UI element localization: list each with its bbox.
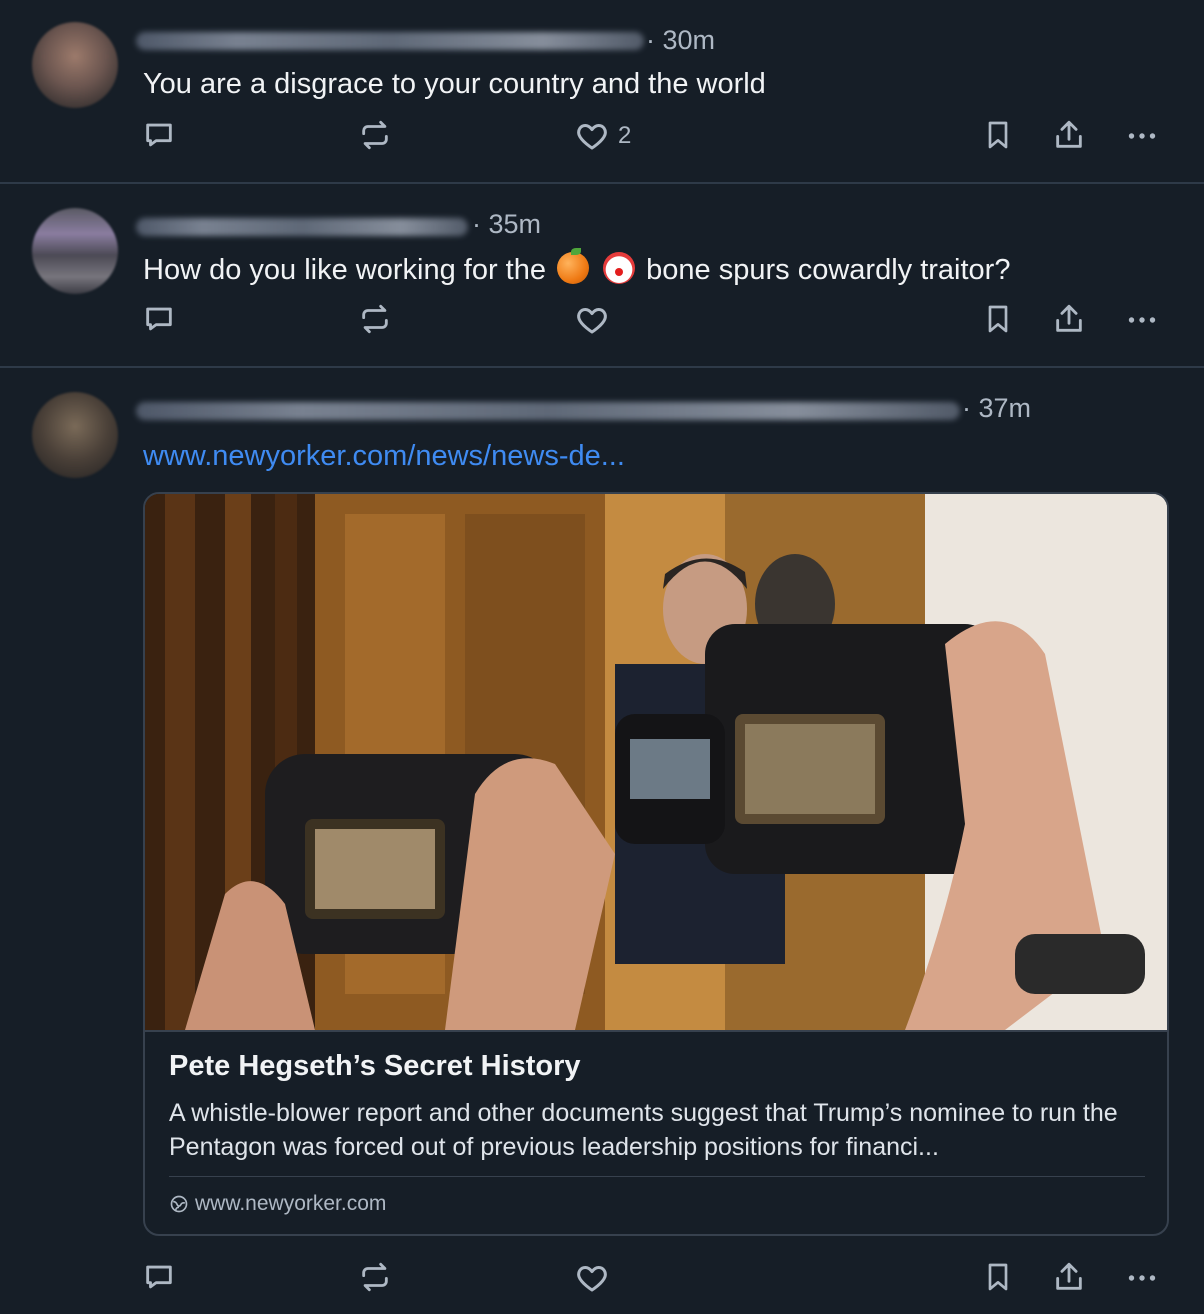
reply-button[interactable] [142,118,176,152]
reply-icon [146,1265,172,1289]
post-actions [0,1260,1204,1300]
post-timestamp[interactable]: · 37m [962,393,1031,424]
more-icon [1128,1275,1156,1281]
heart-icon [577,308,607,334]
heart-icon [577,1266,607,1292]
share-button[interactable] [1052,118,1086,152]
card-divider [145,1030,1167,1032]
domain-text: www.newyorker.com [195,1192,387,1215]
repost-icon [362,304,388,334]
orange-emoji [557,248,590,284]
post[interactable]: · 37m www.newyorker.com/news/news-de... [0,368,1204,1314]
reply-button[interactable] [142,1260,176,1294]
bookmark-icon [988,121,1008,149]
link-preview-image[interactable] [145,494,1167,1030]
like-button[interactable] [574,1260,610,1296]
post-timestamp[interactable]: · 30m [646,25,715,56]
bookmark-button[interactable] [982,1260,1014,1294]
like-button[interactable] [574,302,610,338]
repost-button[interactable] [358,1260,392,1294]
repost-button[interactable] [358,302,392,336]
post-text: How do you like working for the bone spu… [143,248,1011,287]
share-icon [1056,120,1082,148]
post-text: You are a disgrace to your country and t… [143,68,766,100]
reply-button[interactable] [142,302,176,336]
repost-icon [362,1262,388,1292]
card-separator [169,1176,1145,1177]
link-preview-description: A whistle-blower report and other docume… [169,1099,1118,1161]
avatar[interactable] [32,208,118,294]
author-name-redacted[interactable] [136,218,468,236]
avatar[interactable] [32,22,118,108]
share-icon [1056,304,1082,332]
bookmark-icon [988,1263,1008,1291]
feed: · 30m You are a disgrace to your country… [0,0,1204,1314]
photo-illustration [145,494,1167,1030]
bookmark-button[interactable] [982,118,1014,152]
post-link[interactable]: www.newyorker.com/news/news-de... [143,440,625,473]
more-icon [1128,317,1156,323]
bookmark-button[interactable] [982,302,1014,336]
author-name-redacted[interactable] [136,32,644,50]
repost-button[interactable] [358,118,392,152]
post[interactable]: · 35m How do you like working for the bo… [0,184,1204,368]
reply-icon [146,123,172,147]
author-name-redacted[interactable] [136,402,960,420]
post-timestamp[interactable]: · 35m [472,209,541,240]
post-text-end: bone spurs cowardly traitor? [646,254,1011,286]
link-preview-card[interactable]: Pete Hegseth’s Secret History A whistle-… [143,492,1169,1236]
repost-icon [362,120,388,150]
globe-icon [170,1195,188,1213]
bookmark-icon [988,305,1008,333]
share-icon [1056,1262,1082,1290]
post-actions [0,302,1204,342]
link-preview-title[interactable]: Pete Hegseth’s Secret History [169,1050,581,1083]
share-button[interactable] [1052,302,1086,336]
avatar[interactable] [32,392,118,478]
clown-emoji [603,252,636,284]
share-button[interactable] [1052,1260,1086,1294]
link-preview-domain: www.newyorker.com [169,1192,386,1216]
more-options-button[interactable] [1124,118,1160,154]
more-icon [1128,133,1156,139]
like-count: 2 [618,122,632,149]
more-options-button[interactable] [1124,302,1160,338]
heart-icon [577,124,607,150]
post-actions: 2 [0,118,1204,158]
more-options-button[interactable] [1124,1260,1160,1296]
reply-icon [146,307,172,331]
like-button[interactable]: 2 [574,118,631,154]
post-text-start: How do you like working for the [143,254,546,286]
post[interactable]: · 30m You are a disgrace to your country… [0,0,1204,184]
